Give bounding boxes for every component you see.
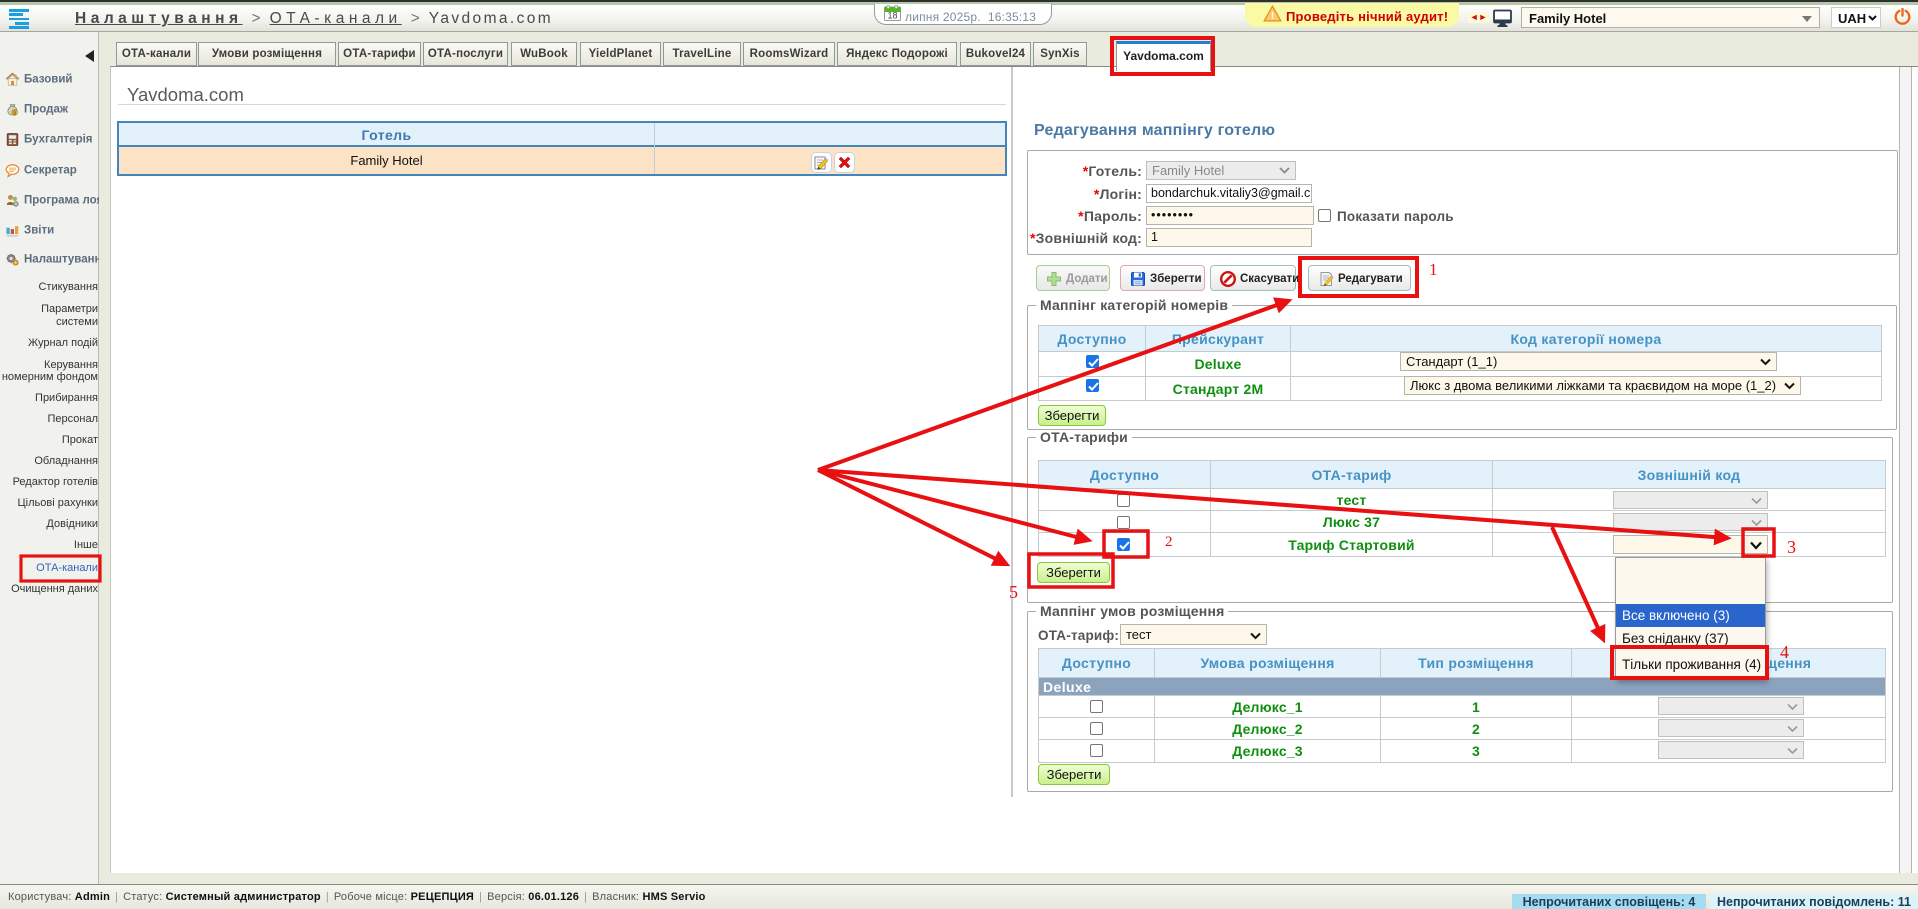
svg-text:$: $ [13,111,16,117]
svg-text:!: ! [1271,11,1274,22]
svg-text:18: 18 [887,11,897,21]
